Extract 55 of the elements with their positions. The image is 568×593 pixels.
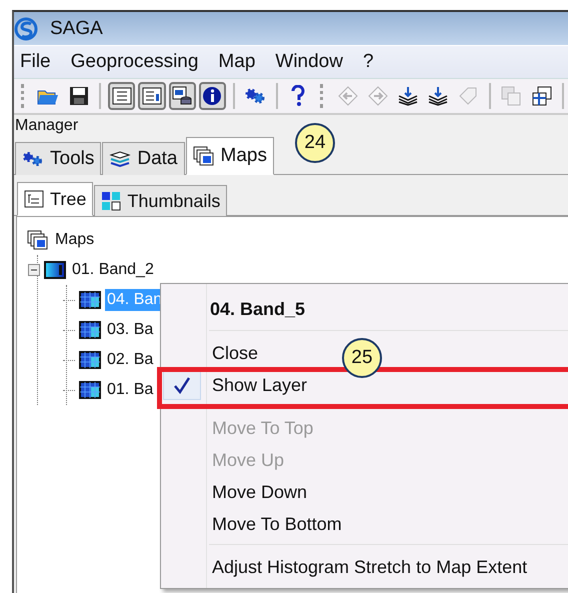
app-logo-icon xyxy=(14,16,38,40)
tree-icon xyxy=(24,190,44,208)
tree-item[interactable]: 02. Ba xyxy=(105,349,156,371)
check-icon xyxy=(173,376,191,394)
info-icon xyxy=(202,86,222,106)
tab[interactable]: Tree xyxy=(17,182,94,216)
list-icon xyxy=(112,87,132,105)
menu-item[interactable]: Window xyxy=(275,51,343,73)
database-icon xyxy=(172,86,192,106)
windows-icon xyxy=(532,86,552,106)
help-icon xyxy=(291,85,306,107)
tree-item[interactable]: Maps xyxy=(53,229,98,251)
back-icon xyxy=(338,86,358,106)
tab[interactable]: Tools xyxy=(15,142,102,175)
map-icon xyxy=(44,261,66,279)
menu-item[interactable]: Move Down xyxy=(212,482,308,502)
tree-item[interactable]: 01. Ba xyxy=(105,379,156,401)
menu-title: 04. Band_5 xyxy=(210,298,306,320)
tree-item[interactable]: 03. Ba xyxy=(105,319,156,341)
layers-icon xyxy=(396,86,419,106)
gears-icon xyxy=(22,151,44,167)
toolbar-button[interactable] xyxy=(198,82,226,110)
layers-icon xyxy=(109,151,132,167)
grid-layer-icon xyxy=(79,381,101,399)
menu-item[interactable]: Geoprocessing xyxy=(70,51,198,73)
collapse-icon[interactable] xyxy=(28,264,40,276)
tag-icon xyxy=(458,86,478,106)
layers-icon xyxy=(427,86,450,106)
toolbar-button[interactable] xyxy=(108,82,136,110)
grid-layer-icon xyxy=(79,321,101,339)
tab[interactable]: Thumbnails xyxy=(94,185,228,216)
menu-item[interactable]: File xyxy=(20,51,51,73)
window-title: SAGA xyxy=(50,18,103,40)
tree-item[interactable]: 01. Band_2 xyxy=(70,259,157,281)
menu-item[interactable]: Show Layer xyxy=(212,374,308,396)
thumbnails-icon xyxy=(101,191,122,211)
grid-layer-icon xyxy=(79,351,101,369)
menu-item[interactable]: Move To Bottom xyxy=(212,514,342,534)
menu-item[interactable]: ? xyxy=(362,51,374,73)
menu-item[interactable]: Adjust Histogram Stretch to Map Extent xyxy=(212,556,528,578)
copy-icon xyxy=(501,86,522,106)
grid-layer-icon xyxy=(79,291,101,309)
maps-icon xyxy=(27,230,49,250)
tab[interactable]: Data xyxy=(102,142,184,175)
tab[interactable]: Maps xyxy=(186,137,274,175)
toolbar-button[interactable] xyxy=(168,82,196,110)
panel-title: Manager xyxy=(14,116,78,135)
forward-icon xyxy=(368,86,388,106)
gears-icon xyxy=(244,87,266,105)
menu-item[interactable]: Map xyxy=(218,51,256,73)
save-icon xyxy=(68,86,89,106)
toolbar-button[interactable] xyxy=(138,82,166,110)
menu-item[interactable]: Close xyxy=(212,342,258,364)
panel-icon xyxy=(142,87,162,105)
maps-icon xyxy=(192,146,214,166)
